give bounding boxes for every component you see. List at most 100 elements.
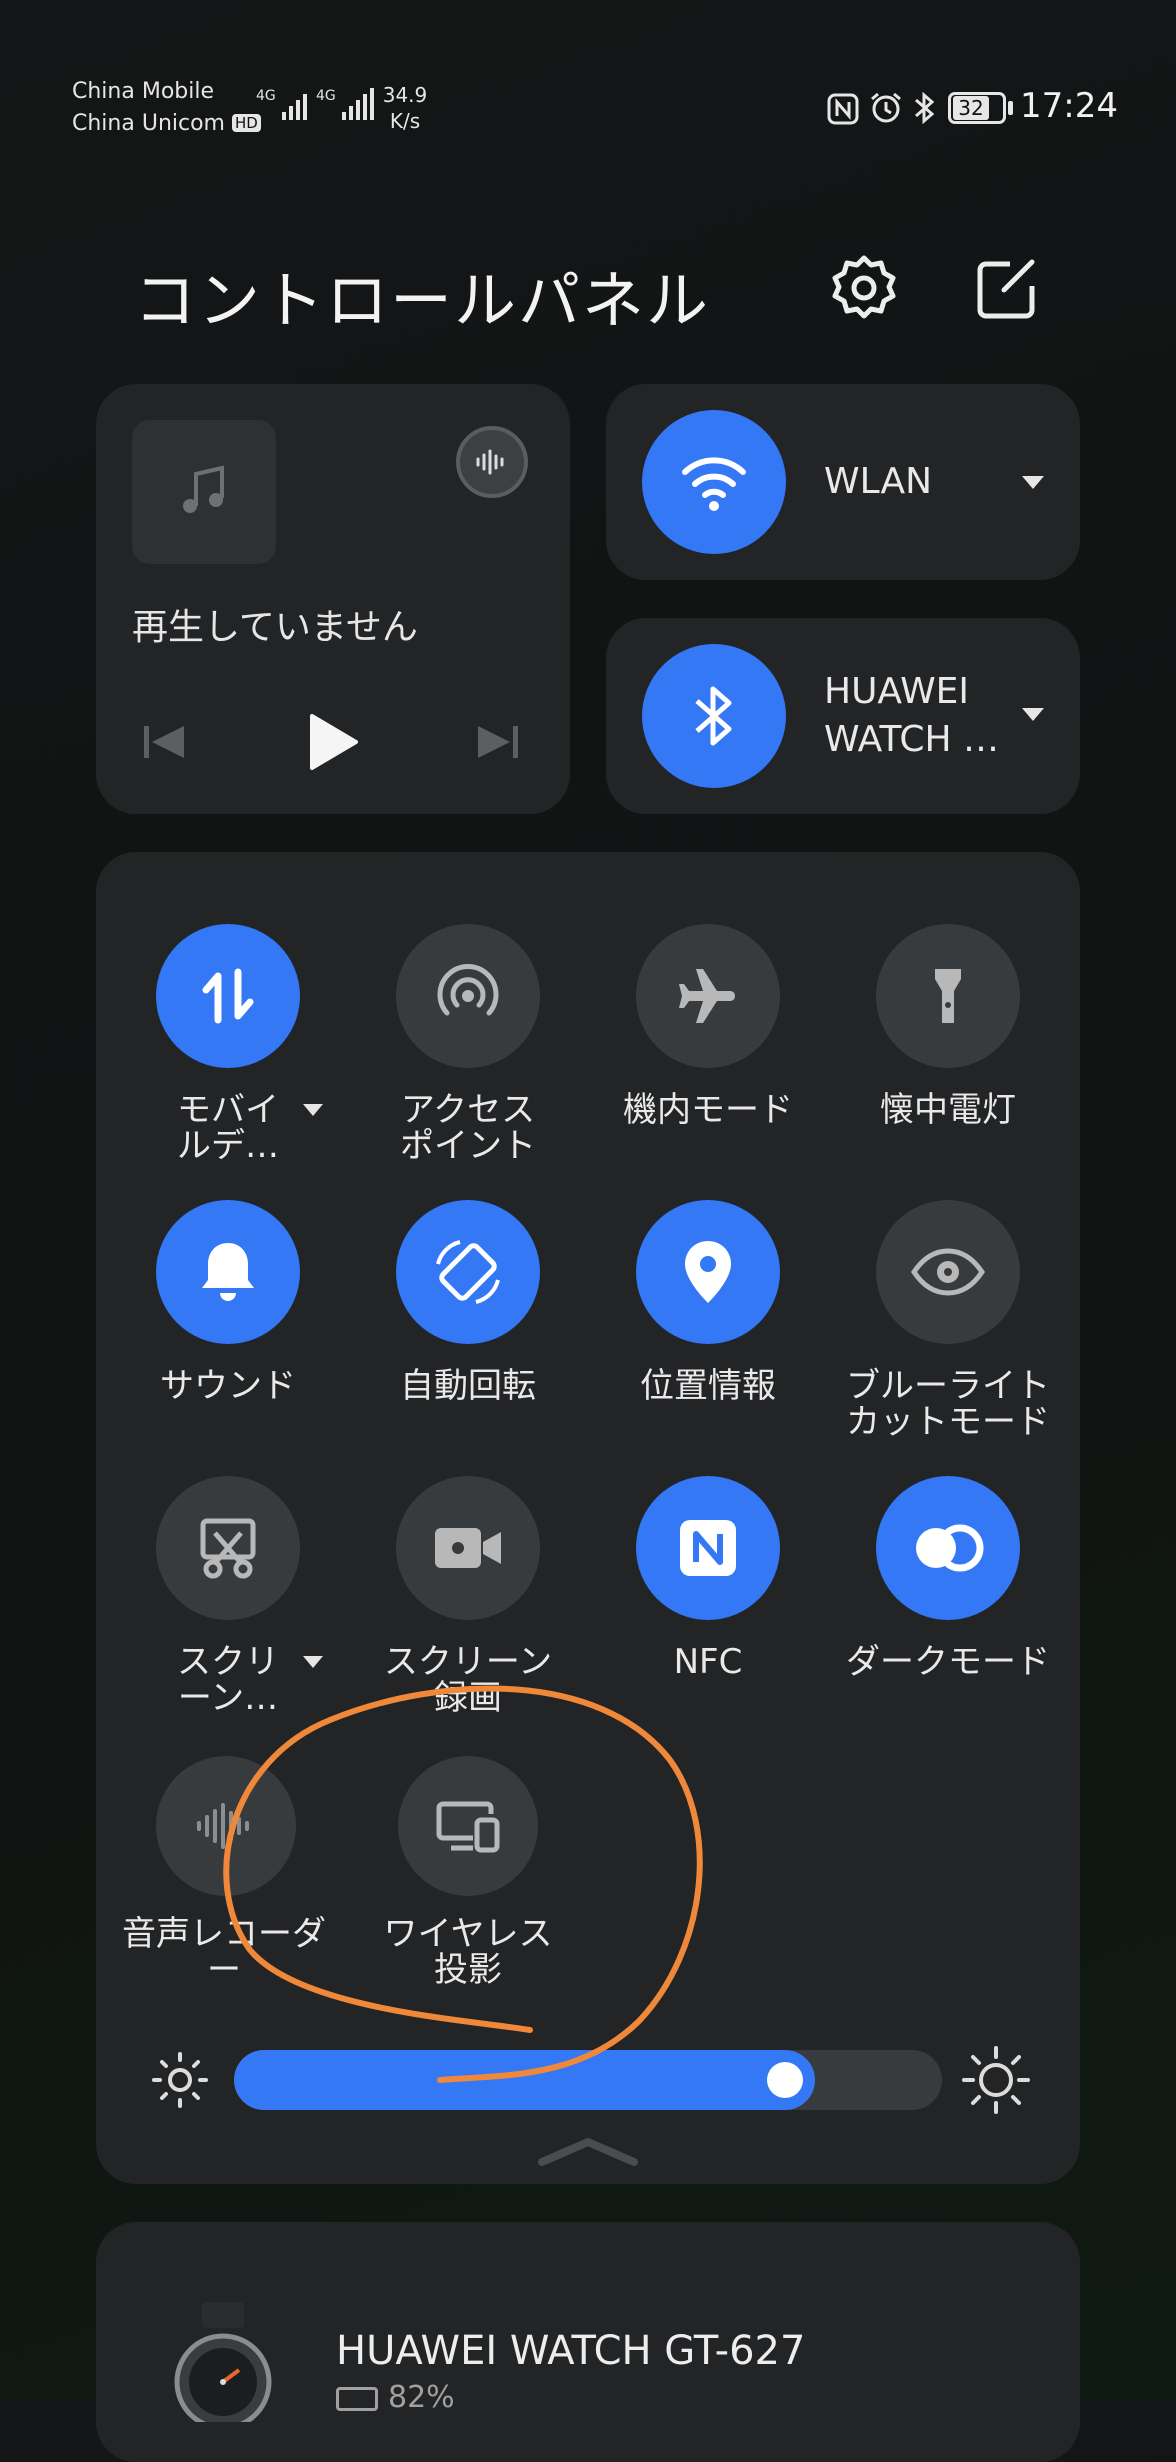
net-speed-value: 34.9 [382, 83, 428, 107]
net-speed-unit: K/s [389, 109, 421, 133]
device-battery: 82% [336, 2380, 455, 2415]
album-art [132, 420, 276, 564]
video-camera-icon [435, 1528, 501, 1568]
mobile-data-label: モバイ ルデ… [118, 1092, 338, 1164]
hotspot-label-l1: アクセス [400, 1090, 536, 1130]
net-speed: 34.9 K/s [380, 82, 430, 134]
gear-icon [832, 255, 896, 319]
wlan-toggle[interactable] [642, 410, 786, 554]
eye-comfort-toggle[interactable] [876, 1200, 1020, 1344]
eye-icon [910, 1248, 986, 1296]
brightness-low-icon [150, 2050, 210, 2110]
alarm-icon [868, 90, 904, 126]
brightness-knob[interactable] [767, 2062, 803, 2098]
mobile-data-expand-icon[interactable] [303, 1104, 323, 1116]
battery-tip [1008, 101, 1013, 115]
mobile-data-toggle[interactable] [156, 924, 300, 1068]
settings-button[interactable] [828, 252, 900, 324]
auto-rotate-icon [436, 1240, 500, 1304]
media-card[interactable]: 再生していません [96, 384, 570, 814]
mobile-data-icon [202, 968, 254, 1024]
device-battery-text: 82% [388, 2380, 455, 2415]
bluetooth-status-icon [912, 90, 938, 126]
battery-icon: 32 [948, 92, 1006, 124]
hotspot-label: アクセス ポイント [358, 1092, 578, 1164]
brightness-high-icon [960, 2044, 1032, 2116]
edit-button[interactable] [970, 254, 1042, 326]
eye-comfort-label-l1: ブルーライト [846, 1366, 1050, 1406]
device-card[interactable]: HUAWEI WATCH GT-627 82% [96, 2222, 1080, 2462]
nfc-toggle[interactable] [636, 1476, 780, 1620]
bluetooth-card[interactable]: HUAWEI WATCH … [606, 618, 1080, 814]
audio-output-button[interactable] [456, 426, 528, 498]
screenshot-label-l2: ーン… [177, 1678, 279, 1718]
airplane-mode-label-l1: 機内モード [623, 1090, 793, 1130]
auto-rotate-label: 自動回転 [358, 1368, 578, 1404]
flashlight-label-l1: 懐中電灯 [880, 1090, 1016, 1130]
bluetooth-label-line2: WATCH … [824, 719, 999, 760]
wlan-expand-icon[interactable] [1022, 476, 1044, 489]
hotspot-toggle[interactable] [396, 924, 540, 1068]
chevron-up-icon [538, 2138, 638, 2166]
carrier-2: China Unicom HD [72, 108, 261, 139]
carrier-2-label: China Unicom [72, 111, 225, 136]
dark-mode-icon [916, 1524, 984, 1572]
nfc-label-l1: NFC [673, 1642, 743, 1682]
nfc-label: NFC [598, 1644, 818, 1680]
collapse-button[interactable] [536, 2134, 640, 2168]
soundwave-icon [476, 449, 504, 475]
flashlight-icon [935, 969, 961, 1023]
screenshot-expand-icon[interactable] [303, 1656, 323, 1668]
wlan-label: WLAN [824, 461, 933, 502]
screenshot-toggle[interactable] [156, 1476, 300, 1620]
screen-record-toggle[interactable] [396, 1476, 540, 1620]
auto-rotate-toggle[interactable] [396, 1200, 540, 1344]
flashlight-label: 懐中電灯 [838, 1092, 1058, 1128]
voice-recorder-toggle[interactable] [156, 1756, 296, 1896]
voice-recorder-label-l2: ー [207, 1950, 241, 1990]
airplane-mode-toggle[interactable] [636, 924, 780, 1068]
bluetooth-device-label: HUAWEI WATCH … [824, 668, 999, 764]
location-toggle[interactable] [636, 1200, 780, 1344]
brightness-slider[interactable] [234, 2050, 942, 2110]
location-label: 位置情報 [598, 1368, 818, 1404]
wlan-card[interactable]: WLAN [606, 384, 1080, 580]
bluetooth-toggle[interactable] [642, 644, 786, 788]
bluetooth-expand-icon[interactable] [1022, 708, 1044, 721]
auto-rotate-label-l1: 自動回転 [400, 1366, 536, 1406]
dark-mode-label-l1: ダークモード [846, 1642, 1050, 1682]
edit-icon [977, 259, 1035, 319]
sound-toggle[interactable] [156, 1200, 300, 1344]
eye-comfort-label: ブルーライト カットモード [838, 1368, 1058, 1440]
previous-button[interactable] [140, 722, 188, 762]
wireless-projection-label-l2: 投影 [434, 1950, 502, 1990]
bell-icon [202, 1243, 254, 1301]
dark-mode-label: ダークモード [838, 1644, 1058, 1680]
wifi-icon [682, 457, 746, 511]
play-button[interactable] [304, 712, 360, 772]
page-title: コントロールパネル [134, 264, 711, 337]
sound-label-l1: サウンド [160, 1366, 296, 1406]
battery-level: 32 [953, 96, 989, 120]
watch-image [168, 2302, 278, 2422]
next-button[interactable] [474, 722, 522, 762]
wireless-projection-toggle[interactable] [398, 1756, 538, 1896]
skip-previous-icon [144, 726, 184, 758]
airplane-icon [679, 969, 735, 1023]
hotspot-icon [437, 963, 499, 1016]
skip-next-icon [478, 726, 518, 758]
bluetooth-label-line1: HUAWEI [824, 671, 970, 712]
carrier-1: China Mobile [72, 79, 215, 104]
projection-icon [436, 1801, 500, 1853]
music-note-icon [183, 465, 224, 513]
wireless-projection-label: ワイヤレス 投影 [358, 1916, 578, 1988]
voice-recorder-label: 音声レコーダ ー [114, 1916, 334, 1988]
hotspot-label-l2: ポイント [400, 1126, 536, 1166]
dark-mode-toggle[interactable] [876, 1476, 1020, 1620]
nfc-icon [680, 1520, 736, 1576]
eye-comfort-label-l2: カットモード [846, 1402, 1050, 1442]
device-battery-icon [336, 2386, 378, 2411]
hd-badge: HD [231, 114, 261, 132]
flashlight-toggle[interactable] [876, 924, 1020, 1068]
mobile-data-label-l2: ルデ… [177, 1126, 279, 1166]
